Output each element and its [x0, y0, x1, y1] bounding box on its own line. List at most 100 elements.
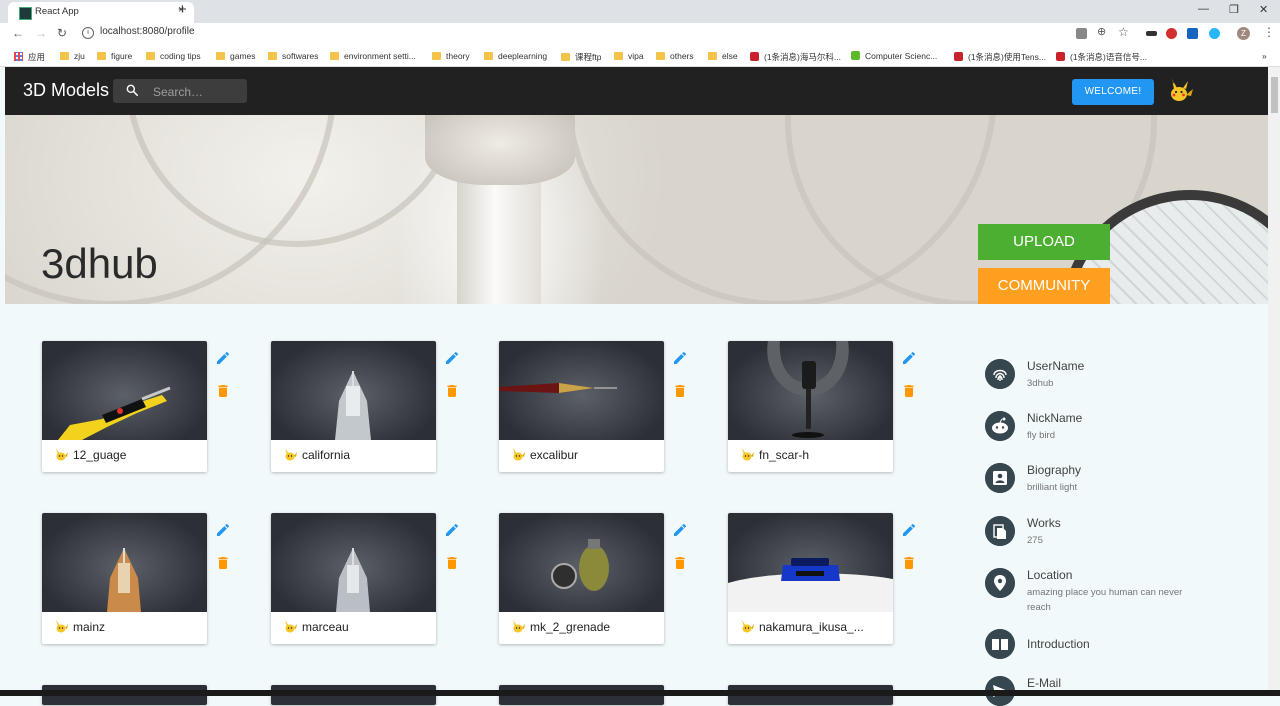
bookmark-item[interactable]: Computer Scienc... — [851, 51, 937, 61]
search-box[interactable] — [113, 79, 247, 103]
new-tab-button[interactable]: + — [178, 1, 187, 18]
adblock-extension-icon[interactable] — [1166, 28, 1177, 39]
zoom-icon[interactable]: ⊕ — [1097, 25, 1106, 38]
scrollbar-thumb[interactable] — [1271, 77, 1278, 113]
profile-row-title: Location — [1027, 568, 1073, 582]
edit-pencil-icon[interactable] — [215, 350, 231, 366]
model-card[interactable]: mk_2_grenade — [499, 513, 664, 644]
sword-render — [499, 383, 617, 393]
bookmark-item[interactable]: 应用 — [14, 51, 45, 63]
model-caption: 12_guage — [54, 447, 126, 462]
delete-trash-icon[interactable] — [215, 383, 231, 399]
bookmark-item[interactable]: others — [656, 51, 694, 61]
model-card[interactable]: mainz — [42, 513, 207, 644]
folder-icon — [614, 52, 623, 60]
delete-trash-icon[interactable] — [901, 555, 917, 571]
bookmark-star-icon[interactable]: ☆ — [1118, 25, 1129, 39]
bookmark-item[interactable]: theory — [432, 51, 470, 61]
model-thumbnail[interactable] — [728, 341, 893, 440]
delete-trash-icon[interactable] — [444, 555, 460, 571]
bookmark-item[interactable]: figure — [97, 51, 132, 61]
bookmark-item[interactable]: environment setti... — [330, 51, 416, 61]
delete-trash-icon[interactable] — [215, 555, 231, 571]
book-icon — [985, 629, 1015, 659]
model-thumbnail[interactable] — [271, 341, 436, 440]
profile-avatar[interactable]: Z — [1237, 27, 1250, 40]
model-name: mainz — [73, 620, 106, 634]
bookmark-item[interactable]: zju — [60, 51, 85, 61]
community-button[interactable]: COMMUNITY — [978, 268, 1110, 304]
delete-trash-icon[interactable] — [672, 383, 688, 399]
model-thumbnail[interactable] — [42, 341, 207, 440]
profile-row-title: UserName — [1027, 359, 1085, 373]
bookmark-item[interactable]: (1条消息)使用Tens... — [954, 51, 1046, 63]
delete-trash-icon[interactable] — [444, 383, 460, 399]
pikachu-icon — [513, 620, 525, 633]
vue-extension-icon[interactable] — [1187, 28, 1198, 39]
apps-grid-icon — [14, 52, 23, 61]
edit-pencil-icon[interactable] — [901, 522, 917, 538]
window-minimize-button[interactable]: — — [1198, 3, 1209, 15]
info-icon[interactable]: i — [82, 27, 94, 39]
bookmark-item[interactable]: vipa — [614, 51, 644, 61]
edit-pencil-icon[interactable] — [672, 522, 688, 538]
bookmark-item[interactable]: else — [708, 51, 738, 61]
page-scrollbar[interactable] — [1268, 67, 1280, 696]
model-thumbnail[interactable] — [499, 513, 664, 612]
hero-banner: 3dhub UPLOAD COMMUNITY — [5, 115, 1268, 304]
model-thumbnail[interactable] — [42, 513, 207, 612]
pikachu-avatar-icon[interactable] — [1166, 77, 1194, 105]
edit-pencil-icon[interactable] — [901, 350, 917, 366]
edit-pencil-icon[interactable] — [444, 350, 460, 366]
bookmark-item[interactable]: coding tips — [146, 51, 201, 61]
search-input[interactable] — [151, 82, 245, 102]
back-arrow-icon[interactable]: ← — [12, 26, 24, 40]
model-thumbnail[interactable] — [728, 513, 893, 612]
model-card[interactable]: marceau — [271, 513, 436, 644]
csdn-icon — [954, 52, 963, 61]
edit-pencil-icon[interactable] — [215, 522, 231, 538]
window-close-button[interactable]: ✕ — [1259, 3, 1268, 16]
model-thumbnail[interactable] — [499, 341, 664, 440]
car-render — [728, 558, 893, 612]
glasses-extension-icon[interactable] — [1146, 31, 1157, 36]
folder-icon — [216, 52, 225, 60]
browser-tab[interactable]: React App × — [8, 2, 194, 23]
bookmarks-overflow-icon[interactable]: » — [1262, 51, 1267, 61]
bookmark-item[interactable]: 课程ftp — [561, 51, 601, 63]
bookmark-item[interactable]: (1条消息)语音信号... — [1056, 51, 1147, 63]
reload-icon[interactable]: ↻ — [57, 26, 67, 40]
destroyer-render — [336, 548, 370, 612]
upload-button[interactable]: UPLOAD — [978, 224, 1110, 260]
menu-dots-icon[interactable]: ⋮ — [1263, 25, 1275, 39]
bookmark-item[interactable]: (1条消息)海马尔科... — [750, 51, 841, 63]
edit-pencil-icon[interactable] — [444, 522, 460, 538]
model-card[interactable]: fn_scar-h — [728, 341, 893, 472]
model-name: excalibur — [530, 448, 579, 462]
edit-pencil-icon[interactable] — [672, 350, 688, 366]
model-card[interactable]: 12_guage — [42, 341, 207, 472]
welcome-button[interactable]: WELCOME! — [1072, 79, 1154, 105]
delete-trash-icon[interactable] — [901, 383, 917, 399]
brand-title[interactable]: 3D Models — [23, 80, 109, 101]
csdn-icon — [1056, 52, 1065, 61]
bookmark-item[interactable]: softwares — [268, 51, 318, 61]
pikachu-icon — [56, 448, 68, 461]
profile-row-title: Introduction — [1027, 637, 1090, 651]
model-card[interactable]: excalibur — [499, 341, 664, 472]
model-caption: fn_scar-h — [740, 447, 809, 462]
address-bar[interactable]: i localhost:8080/profile — [82, 26, 195, 39]
react-extension-icon[interactable] — [1209, 28, 1220, 39]
translate-icon[interactable] — [1076, 28, 1087, 39]
model-thumbnail[interactable] — [271, 513, 436, 612]
window-restore-button[interactable]: ❐ — [1229, 3, 1239, 16]
delete-trash-icon[interactable] — [672, 555, 688, 571]
bookmark-item[interactable]: deeplearning — [484, 51, 547, 61]
forward-arrow-icon[interactable]: → — [35, 26, 47, 40]
bookmark-item[interactable]: games — [216, 51, 256, 61]
profile-row-title: NickName — [1027, 411, 1083, 425]
profile-row-title: Biography — [1027, 463, 1082, 477]
model-card[interactable]: california — [271, 341, 436, 472]
model-card[interactable]: nakamura_ikusa_... — [728, 513, 893, 644]
grenade-render — [551, 539, 609, 591]
